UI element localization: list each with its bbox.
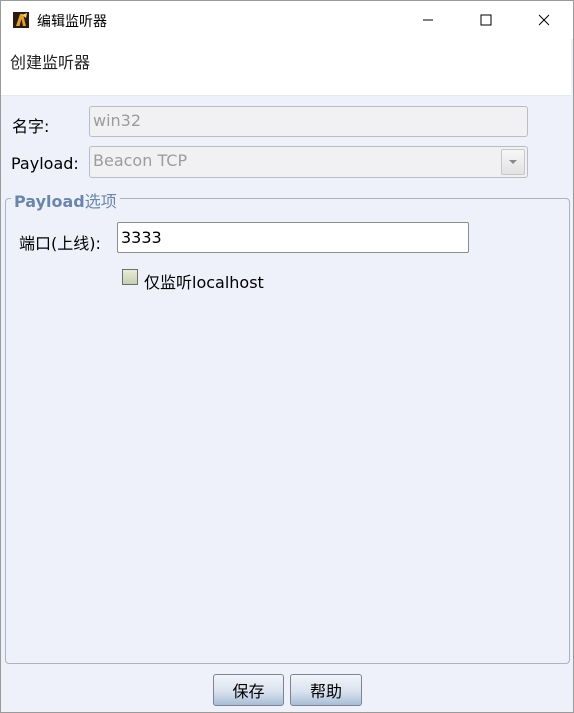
help-button[interactable]: 帮助 — [290, 674, 362, 706]
port-input[interactable]: 3333 — [117, 222, 469, 253]
payload-dropdown-button[interactable] — [501, 149, 525, 175]
payload-value: Beacon TCP — [93, 151, 188, 170]
legend-rest: 选项 — [84, 192, 117, 211]
help-button-label: 帮助 — [309, 682, 342, 701]
payload-label: Payload: — [11, 154, 79, 173]
name-field[interactable]: win32 — [89, 106, 528, 137]
dialog-header: 创建监听器 — [1, 39, 571, 96]
maximize-icon — [480, 14, 492, 26]
close-icon — [538, 14, 550, 26]
name-value: win32 — [93, 111, 142, 130]
window-title: 编辑监听器 — [37, 14, 107, 30]
minimize-icon — [423, 19, 433, 21]
app-icon — [13, 12, 29, 28]
payload-options-legend: Payload选项 — [11, 188, 120, 212]
save-button[interactable]: 保存 — [213, 674, 284, 706]
payload-options-group — [5, 198, 570, 664]
legend-bold: Payload — [14, 192, 85, 211]
payload-select[interactable]: Beacon TCP — [89, 146, 528, 178]
name-label: 名字: — [12, 117, 50, 136]
minimize-button[interactable] — [399, 1, 457, 39]
header-title: 创建监听器 — [10, 53, 91, 72]
port-value: 3333 — [121, 228, 162, 247]
title-bar[interactable]: 编辑监听器 — [1, 1, 573, 39]
close-button[interactable] — [515, 1, 573, 39]
maximize-button[interactable] — [457, 1, 515, 39]
chevron-down-icon — [509, 160, 517, 164]
edit-listener-window: 编辑监听器 创建监听器 名字: win32 Payload: Beacon TC… — [0, 0, 574, 713]
localhost-only-checkbox[interactable] — [122, 269, 138, 285]
save-button-label: 保存 — [232, 682, 265, 701]
port-label: 端口(上线): — [19, 234, 101, 253]
localhost-only-label[interactable]: 仅监听localhost — [144, 269, 264, 293]
